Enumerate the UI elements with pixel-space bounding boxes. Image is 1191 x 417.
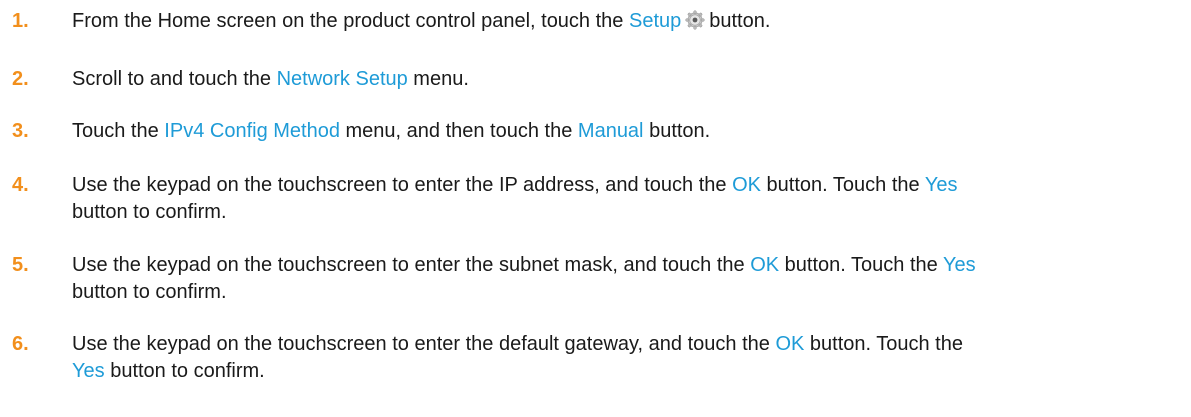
- yes-link[interactable]: Yes: [943, 254, 976, 276]
- step-text: Scroll to and touch the Network Setup me…: [72, 68, 469, 90]
- ok-link[interactable]: OK: [775, 333, 804, 355]
- step-number: 2.: [12, 68, 29, 90]
- instruction-steps: 1. From the Home screen on the product c…: [0, 0, 1191, 417]
- ok-link[interactable]: OK: [750, 254, 779, 276]
- manual-link[interactable]: Manual: [578, 120, 644, 142]
- step-number: 3.: [12, 120, 29, 142]
- step-number: 4.: [12, 174, 29, 196]
- step-number: 5.: [12, 254, 29, 276]
- yes-link[interactable]: Yes: [72, 360, 105, 382]
- step-text: From the Home screen on the product cont…: [72, 10, 771, 32]
- gear-icon: [685, 10, 705, 30]
- step-text: Touch the IPv4 Config Method menu, and t…: [72, 120, 711, 142]
- yes-link[interactable]: Yes: [925, 174, 958, 196]
- step-number: 6.: [12, 333, 29, 355]
- step-number: 1.: [12, 10, 29, 32]
- step-text: Use the keypad on the touchscreen to ent…: [72, 174, 958, 223]
- step-text: Use the keypad on the touchscreen to ent…: [72, 333, 963, 382]
- ok-link[interactable]: OK: [732, 174, 761, 196]
- setup-link[interactable]: Setup: [629, 10, 681, 32]
- ipv4-config-method-link[interactable]: IPv4 Config Method: [164, 120, 340, 142]
- step-text: Use the keypad on the touchscreen to ent…: [72, 254, 976, 303]
- network-setup-link[interactable]: Network Setup: [277, 68, 408, 90]
